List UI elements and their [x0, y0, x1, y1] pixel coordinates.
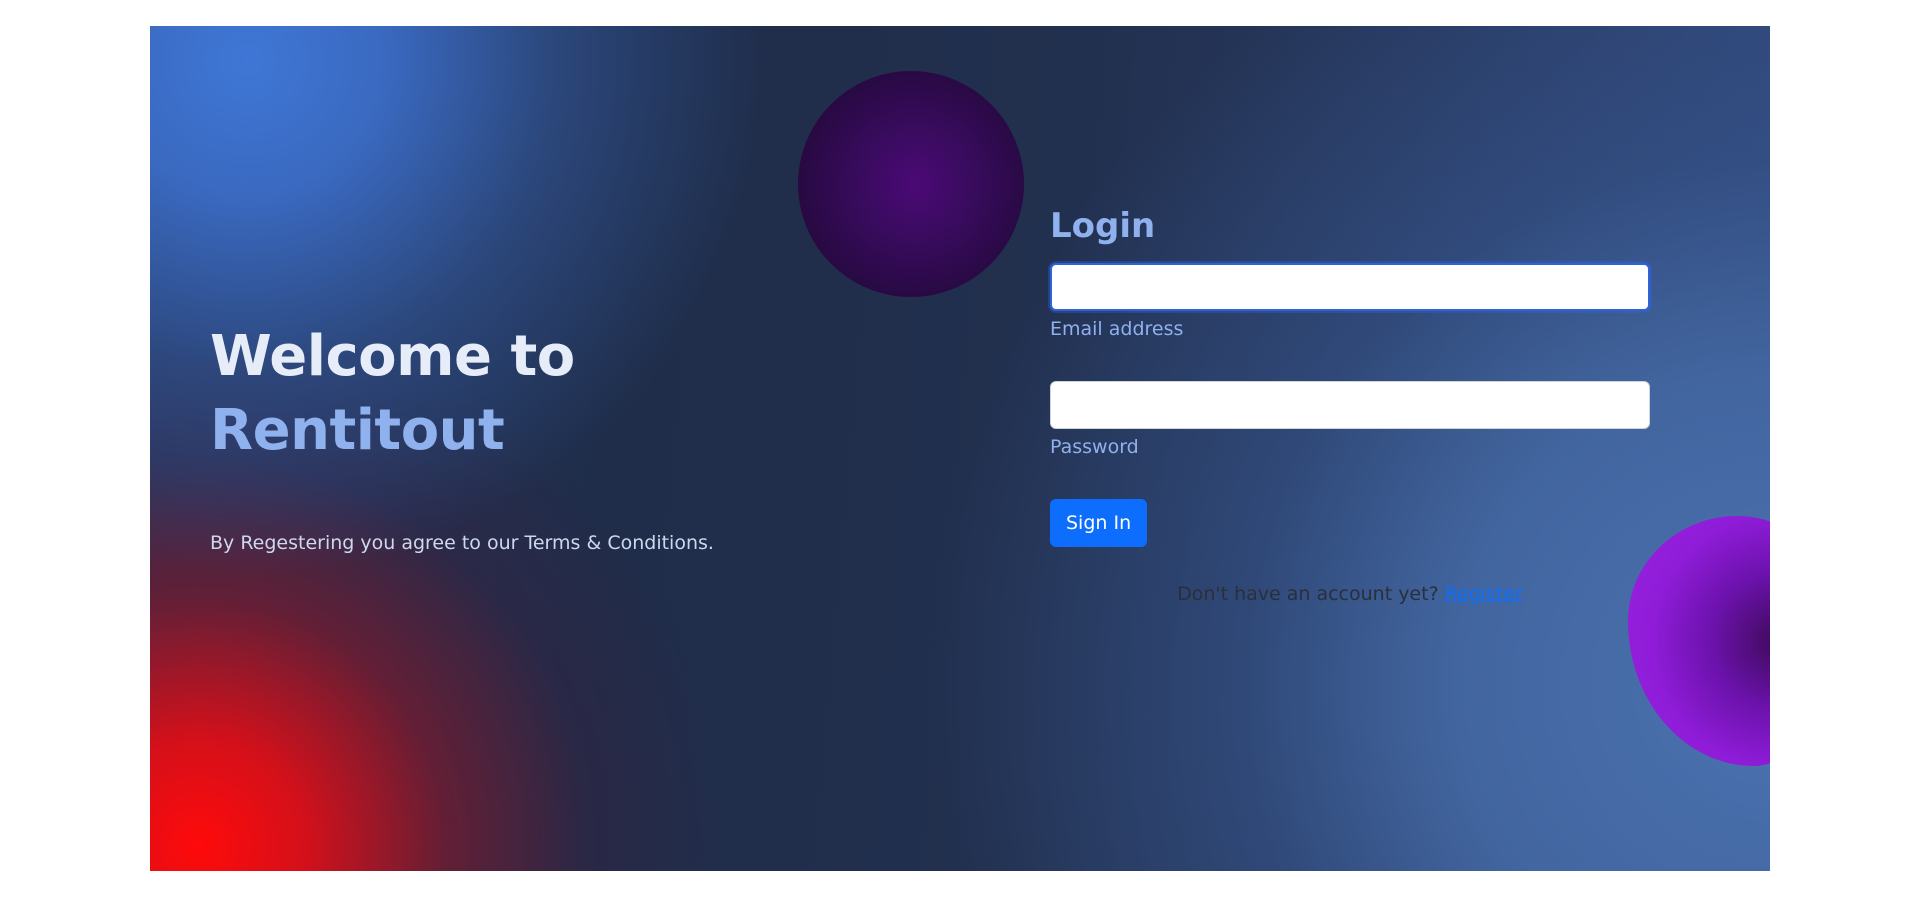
register-link[interactable]: Register [1445, 583, 1523, 605]
brand-name: Rentitout [210, 398, 505, 463]
no-account-text: Don't have an account yet? [1177, 583, 1439, 605]
password-label: Password [1050, 436, 1139, 458]
login-title: Login [1050, 206, 1156, 246]
decorative-orb [798, 71, 1024, 297]
email-field[interactable] [1050, 263, 1650, 311]
password-field[interactable] [1050, 381, 1650, 429]
welcome-section: Welcome to Rentitout By Regestering you … [210, 320, 770, 554]
terms-notice: By Regestering you agree to our Terms & … [210, 532, 714, 554]
login-form: Login Email address Password Sign In Don… [1050, 201, 1650, 605]
register-prompt: Don't have an account yet? Register [1050, 583, 1650, 605]
sign-in-button[interactable]: Sign In [1050, 499, 1148, 547]
hero-panel: Welcome to Rentitout By Regestering you … [150, 26, 1770, 871]
welcome-heading: Welcome to [210, 324, 575, 389]
email-label: Email address [1050, 318, 1184, 340]
